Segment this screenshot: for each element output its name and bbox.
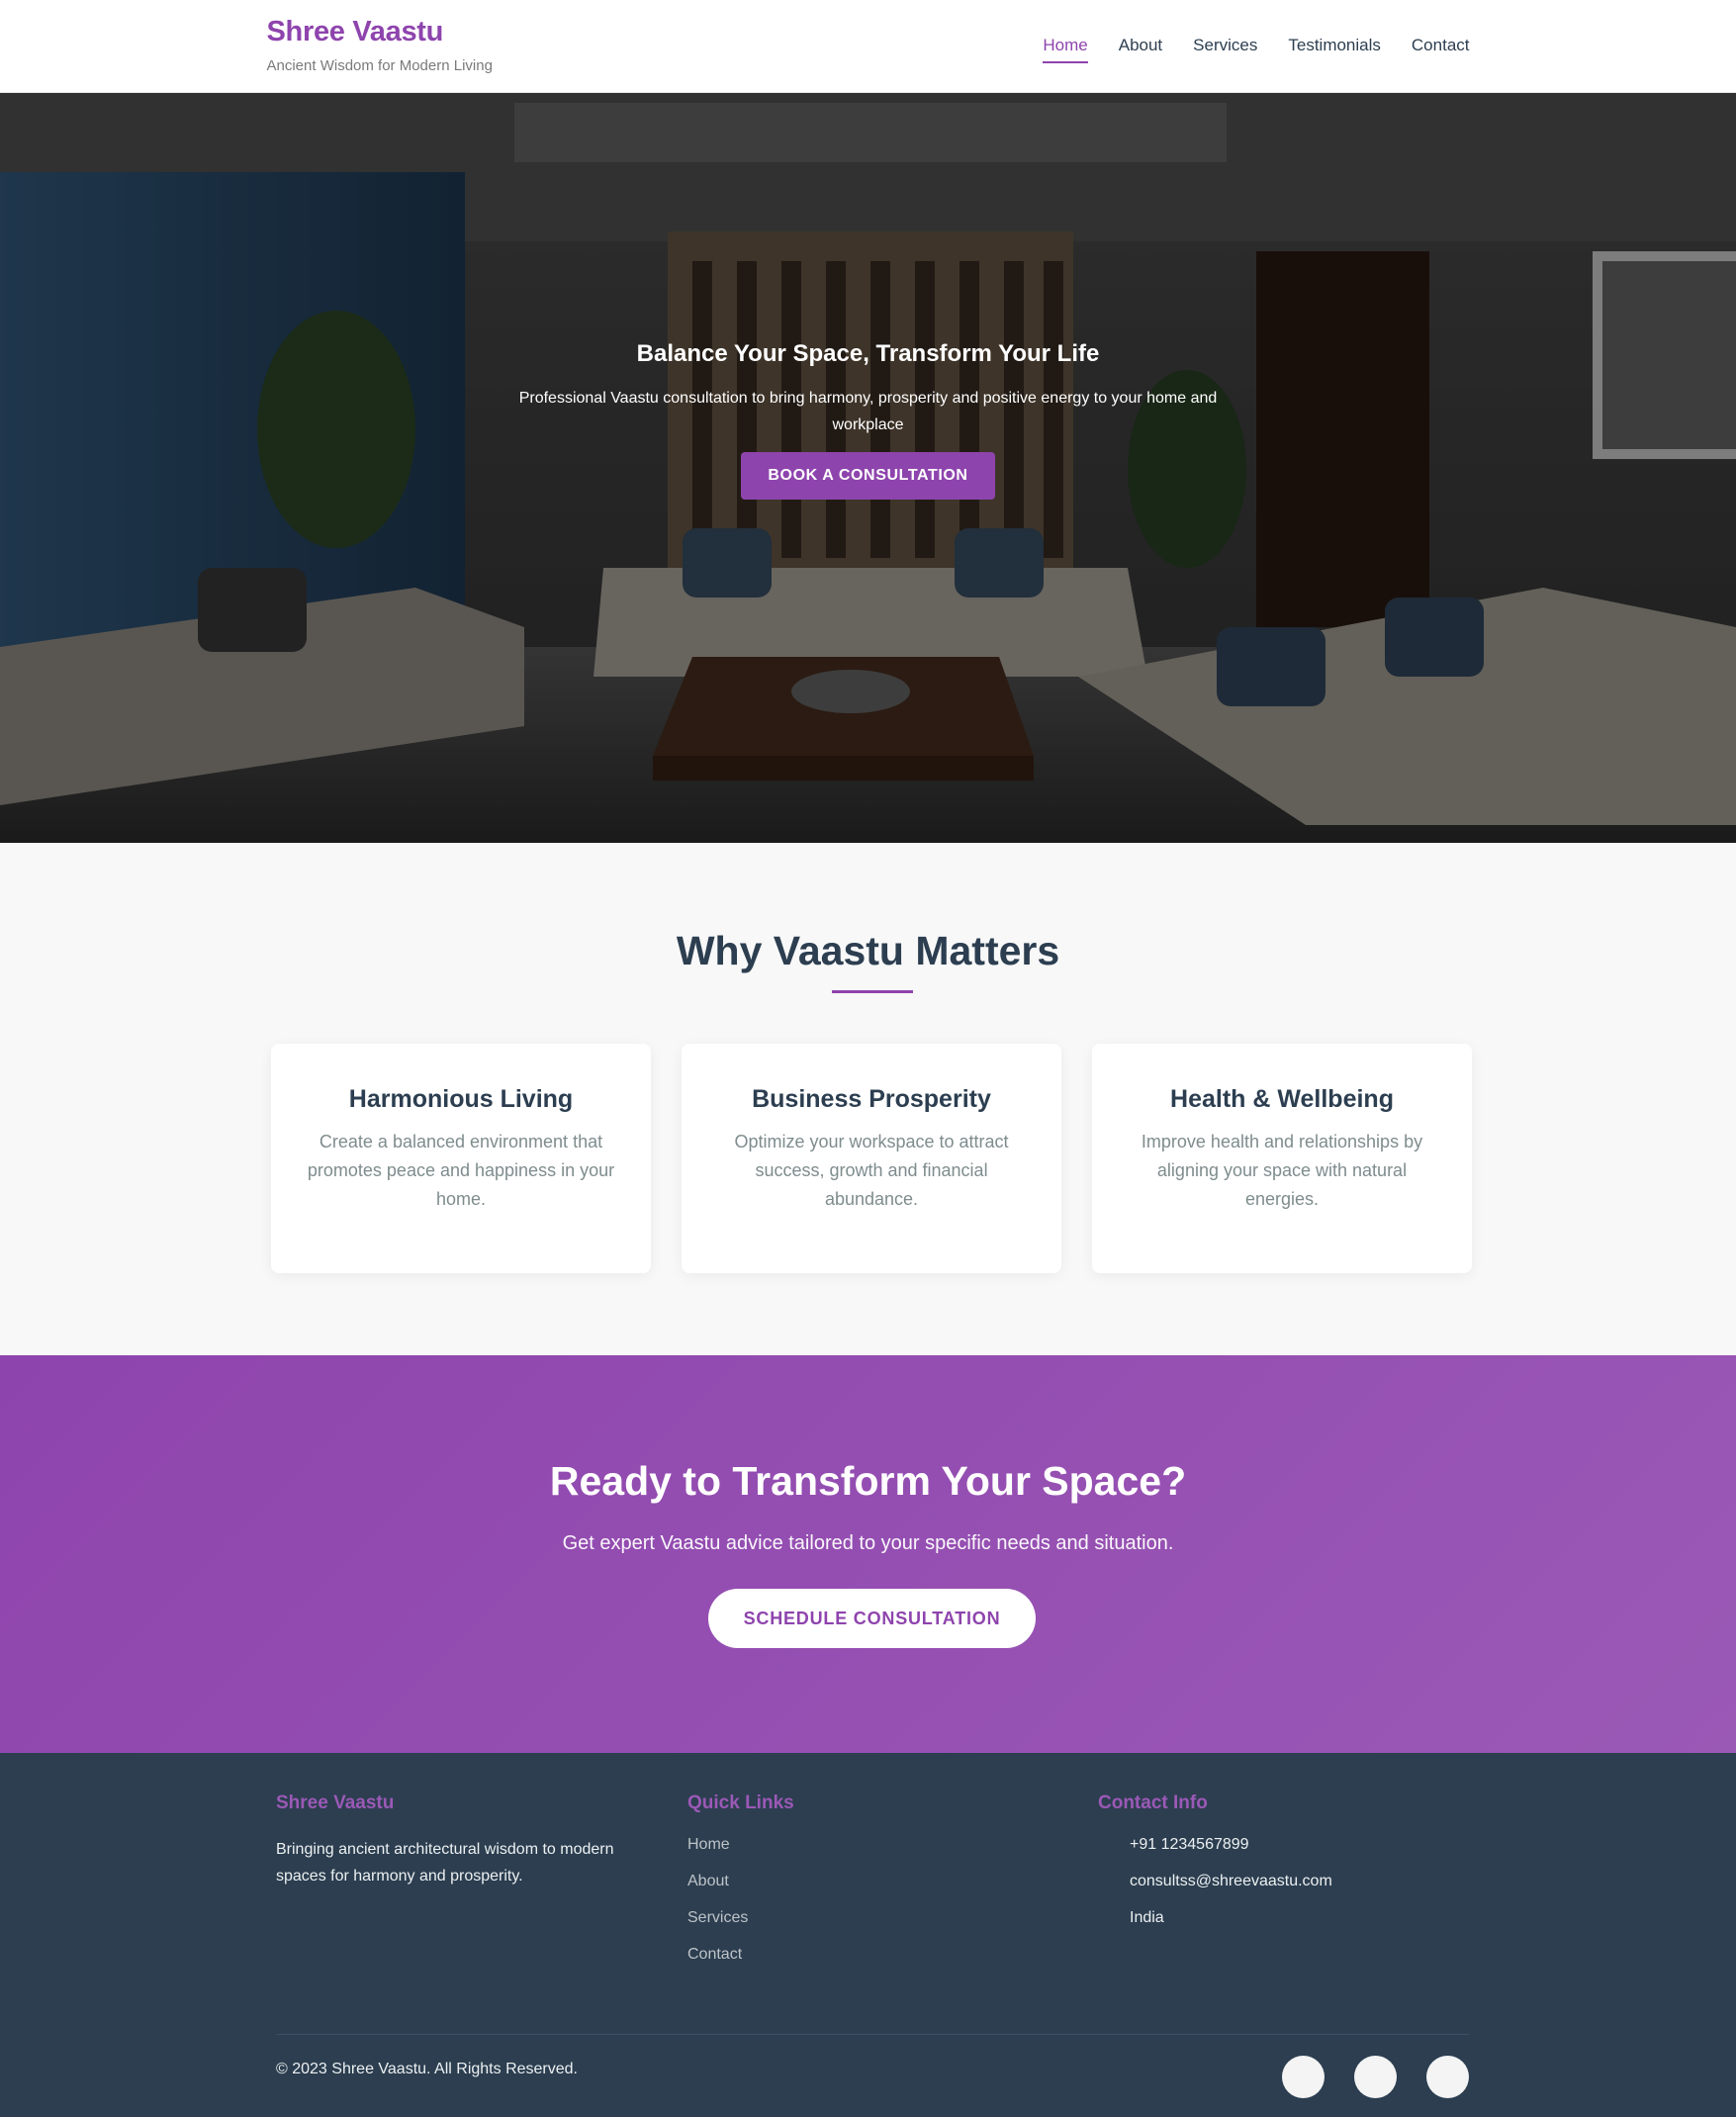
card-text: Create a balanced environment that promo… — [307, 1132, 615, 1209]
footer-contact-info: Contact Info +91 1234567899 consultss@sh… — [1098, 1793, 1332, 1946]
hero-section: Balance Your Space, Transform Your Life … — [0, 93, 1736, 843]
nav-services[interactable]: Services — [1193, 36, 1257, 63]
footer-about-heading: Shree Vaastu — [276, 1793, 395, 1813]
feature-cards: Harmonious Living Create a balanced envi… — [271, 1044, 1472, 1273]
footer-about-text: Bringing ancient architectural wisdom to… — [276, 1841, 614, 1885]
social-link-2[interactable] — [1354, 2056, 1397, 2098]
hero-content: Balance Your Space, Transform Your Life … — [0, 340, 1736, 500]
card-text: Improve health and relationships by alig… — [1141, 1132, 1423, 1209]
hero-title: Balance Your Space, Transform Your Life — [636, 340, 1100, 367]
feature-card-harmonious-living: Harmonious Living Create a balanced envi… — [271, 1044, 651, 1273]
cta-section: Ready to Transform Your Space? Get exper… — [0, 1355, 1736, 1753]
nav-about[interactable]: About — [1119, 36, 1162, 63]
card-text: Optimize your workspace to attract succe… — [734, 1132, 1009, 1209]
social-link-1[interactable] — [1282, 2056, 1325, 2098]
card-title: Harmonious Living — [348, 1085, 574, 1113]
social-link-3[interactable] — [1426, 2056, 1469, 2098]
footer-contact-heading: Contact Info — [1098, 1793, 1208, 1813]
card-title: Health & Wellbeing — [1170, 1085, 1394, 1113]
main-nav: Home About Services Testimonials Contact — [1043, 36, 1470, 63]
feature-card-health-wellbeing: Health & Wellbeing Improve health and re… — [1092, 1044, 1472, 1273]
nav-contact[interactable]: Contact — [1412, 36, 1470, 63]
why-vaastu-section: Why Vaastu Matters Harmonious Living Cre… — [0, 843, 1736, 1355]
copyright-text: © 2023 Shree Vaastu. All Rights Reserved… — [276, 2061, 578, 2077]
contact-phone: +91 1234567899 — [1130, 1836, 1249, 1853]
footer-about: Shree Vaastu Bringing ancient architectu… — [276, 1793, 652, 1889]
schedule-consultation-button[interactable]: SCHEDULE CONSULTATION — [708, 1589, 1036, 1648]
footer-link-home[interactable]: Home — [687, 1836, 794, 1854]
card-title: Business Prosperity — [752, 1085, 991, 1113]
brand-logo[interactable]: Shree Vaastu — [267, 16, 444, 48]
cta-title: Ready to Transform Your Space? — [549, 1458, 1187, 1504]
nav-home[interactable]: Home — [1043, 36, 1088, 63]
footer-links-heading: Quick Links — [687, 1793, 794, 1813]
site-header: Shree Vaastu Ancient Wisdom for Modern L… — [0, 0, 1736, 93]
title-underline — [832, 990, 913, 993]
feature-card-business-prosperity: Business Prosperity Optimize your worksp… — [682, 1044, 1061, 1273]
footer-link-about[interactable]: About — [687, 1873, 794, 1890]
hero-subtitle: Professional Vaastu consultation to brin… — [518, 390, 1218, 433]
footer-quick-links: Quick Links Home About Services Contact — [687, 1793, 794, 1982]
book-consultation-button[interactable]: BOOK A CONSULTATION — [741, 452, 995, 500]
footer-divider — [276, 2034, 1469, 2035]
site-footer: Shree Vaastu Bringing ancient architectu… — [0, 1753, 1736, 2117]
brand-tagline: Ancient Wisdom for Modern Living — [266, 57, 493, 74]
section-title: Why Vaastu Matters — [676, 928, 1060, 973]
footer-link-services[interactable]: Services — [687, 1909, 794, 1927]
footer-link-contact[interactable]: Contact — [687, 1946, 794, 1964]
contact-location: India — [1130, 1909, 1164, 1926]
contact-email: consultss@shreevaastu.com — [1130, 1873, 1332, 1889]
nav-testimonials[interactable]: Testimonials — [1288, 36, 1381, 63]
cta-subtitle: Get expert Vaastu advice tailored to you… — [562, 1532, 1174, 1554]
